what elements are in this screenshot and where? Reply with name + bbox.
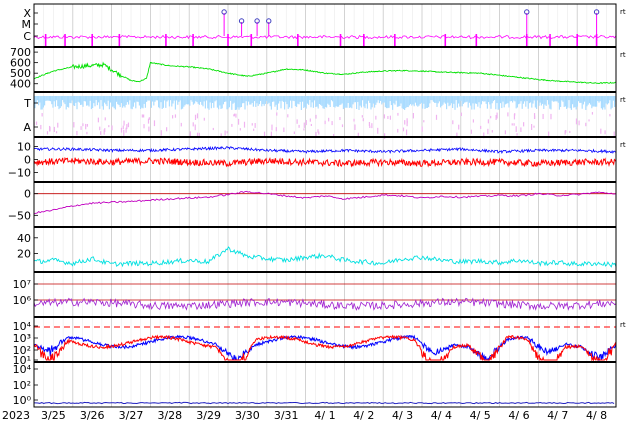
space-weather-chart: XMCrt700600500400rtTArt100−10rt0−5040201… [2,3,626,422]
x-tick-label: 4/ 6 [508,409,529,422]
right-mark-imf: rt [620,141,626,149]
right-mark-wind-speed: rt [620,51,626,59]
x-tick-label: 3/25 [41,409,66,422]
label-layer: XMCrt700600500400rtTArt100−10rt0−5040201… [2,7,626,422]
right-mark-flare: rt [620,8,626,16]
tick-label-bz-flags-0: T [23,97,31,110]
x-tick-label: 4/ 5 [470,409,491,422]
tick-label-dst-0: 0 [24,188,31,201]
tick-label-imf-1: 0 [24,154,31,167]
tick-label-xray-2: 10⁰ [13,394,32,407]
tick-label-kp-0: 40 [17,232,31,245]
x-tick-label: 4/ 2 [353,409,374,422]
tick-label-xray-1: 10² [13,379,31,392]
tick-label-electron-0: 10⁷ [13,278,31,291]
right-mark-proton: rt [620,321,626,329]
x-tick-label: 3/27 [119,409,144,422]
tick-label-imf-0: 10 [17,141,31,154]
grid-layer [43,4,607,407]
x-tick-label: 4/ 4 [431,409,452,422]
x-tick-label: 4/ 8 [586,409,607,422]
tick-label-flare-2: C [23,30,31,43]
x-tick-label: 4/ 3 [392,409,413,422]
x-tick-label: 3/28 [157,409,182,422]
tick-label-xray-0: 10⁴ [13,363,32,376]
tick-label-electron-1: 10⁶ [13,294,32,307]
bottom-series [34,401,615,405]
tick-label-imf-2: −10 [8,167,31,180]
tick-label-kp-1: 20 [17,247,31,260]
tick-label-wind-speed-3: 400 [10,78,31,91]
x-tick-label: 3/30 [235,409,260,422]
x-tick-label: 4/ 1 [314,409,335,422]
right-mark-bz-flags: rt [620,96,626,104]
x-tick-label: 3/31 [274,409,299,422]
x-tick-label: 3/26 [80,409,105,422]
x-tick-label: 4/ 7 [547,409,568,422]
tick-label-bz-flags-1: A [23,121,31,134]
year-label: 2023 [2,409,30,422]
x-tick-label: 3/29 [196,409,221,422]
tick-label-dst-1: −50 [8,209,31,222]
